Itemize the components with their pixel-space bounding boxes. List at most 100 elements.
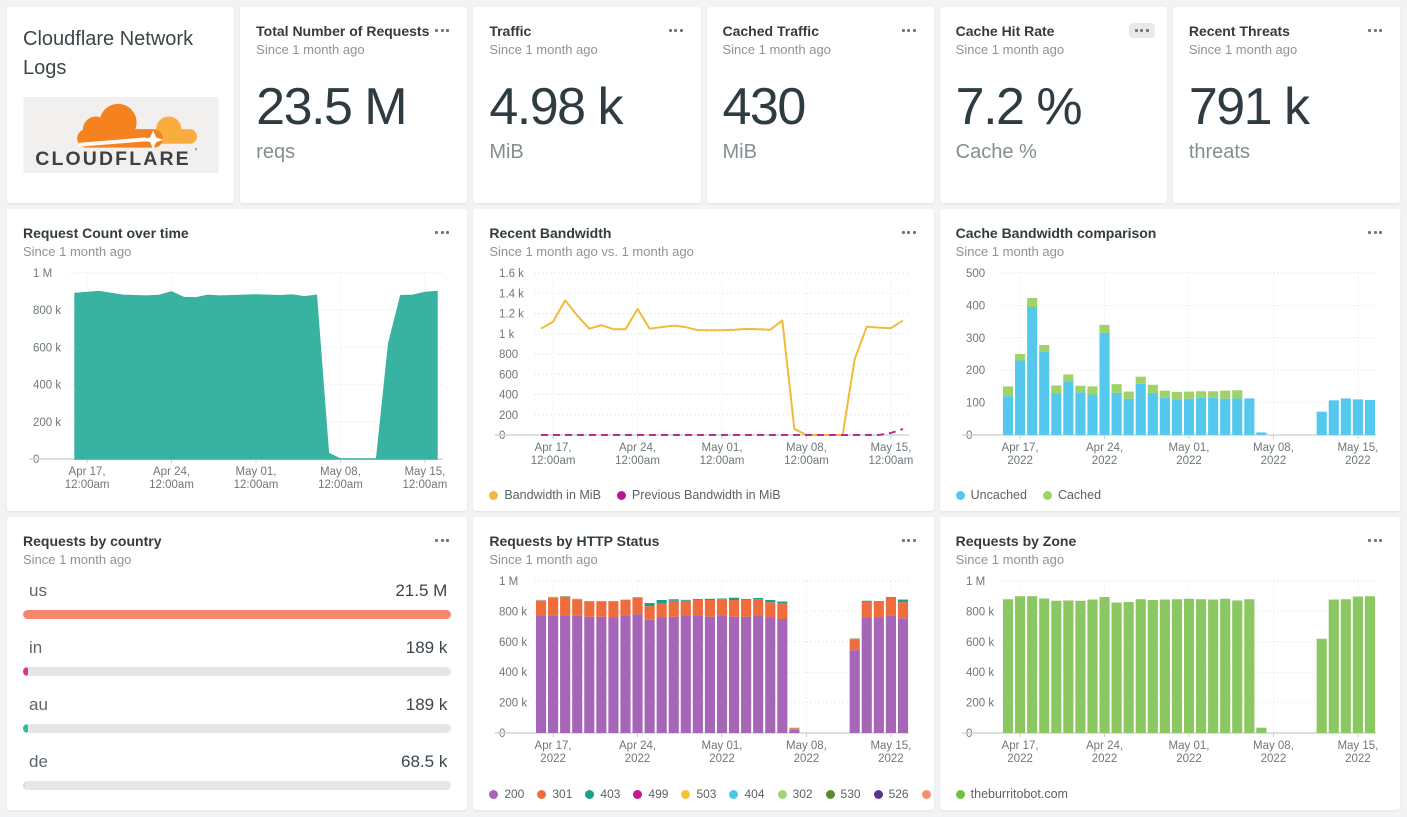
svg-text:Apr 17,: Apr 17, xyxy=(1001,442,1038,454)
panel-title: Cached Traffic xyxy=(722,23,819,39)
stat-unit: reqs xyxy=(256,141,296,163)
ellipsis-menu-icon[interactable] xyxy=(1362,225,1388,240)
svg-text:0: 0 xyxy=(499,728,505,740)
legend-dot-icon xyxy=(729,789,739,799)
panel-total-requests: Total Number of Requests Since 1 month a… xyxy=(240,7,468,203)
chart-legend: Uncached Cached xyxy=(955,488,1392,502)
panel-subtitle: Since 1 month ago xyxy=(955,244,1065,259)
ellipsis-menu-icon[interactable] xyxy=(663,23,689,38)
panel-title: Recent Bandwidth xyxy=(489,225,612,241)
legend-item[interactable]: 530 xyxy=(825,787,861,801)
svg-text:800 k: 800 k xyxy=(499,606,527,618)
legend-item[interactable]: Previous Bandwidth in MiB xyxy=(616,488,781,502)
svg-text:500: 500 xyxy=(966,268,985,280)
svg-text:2022: 2022 xyxy=(541,753,567,765)
svg-text:1.4 k: 1.4 k xyxy=(499,288,524,300)
country-row: au 189 k xyxy=(23,695,452,733)
legend-dot-icon xyxy=(633,789,643,799)
country-bar-fill xyxy=(23,610,452,619)
svg-text:2022: 2022 xyxy=(1091,753,1117,765)
svg-text:0: 0 xyxy=(33,454,39,466)
ellipsis-menu-icon[interactable] xyxy=(429,225,455,240)
legend-item[interactable]: Cached xyxy=(1042,488,1101,502)
stat-unit: threats xyxy=(1188,141,1250,163)
legend-dot-icon xyxy=(825,789,835,799)
country-bar-fill xyxy=(23,724,28,733)
svg-text:May 15,: May 15, xyxy=(871,740,912,752)
svg-text:200 k: 200 k xyxy=(33,417,61,429)
svg-text:200: 200 xyxy=(499,410,518,422)
country-bar-track xyxy=(23,667,452,676)
svg-text:Apr 17,: Apr 17, xyxy=(1001,740,1038,752)
ellipsis-menu-icon[interactable] xyxy=(1362,533,1388,548)
svg-text:12:00am: 12:00am xyxy=(234,479,279,491)
svg-text:May 08,: May 08, xyxy=(1253,740,1294,752)
ellipsis-menu-icon[interactable] xyxy=(896,23,922,38)
legend-label: 526 xyxy=(888,787,909,801)
chart-legend: theburritobot.com xyxy=(955,787,1392,801)
panel-subtitle: Since 1 month ago xyxy=(256,42,365,57)
legend-item[interactable]: 404 xyxy=(729,787,765,801)
country-label: us xyxy=(29,581,47,600)
panel-subtitle: Since 1 month ago xyxy=(489,42,598,57)
panel-subtitle: Since 1 month ago xyxy=(722,42,831,57)
zone-bar-chart[interactable]: 1 M 800 k 600 k 400 k 200 k 0 Apr 17, 2022 Apr 2… xyxy=(956,571,1384,767)
request-count-area-chart[interactable]: 1 M 800 k 600 k 400 k 200 k 0 Apr 17, 12:00am Ap… xyxy=(23,263,451,493)
ellipsis-menu-icon[interactable] xyxy=(896,533,922,548)
panel-title: Recent Threats xyxy=(1188,23,1290,39)
svg-text:1.2 k: 1.2 k xyxy=(499,309,524,321)
panel-subtitle: Since 1 month ago xyxy=(955,552,1065,567)
country-row: de 68.5 k xyxy=(23,752,452,790)
svg-text:2022: 2022 xyxy=(1176,753,1202,765)
legend-item[interactable]: 499 xyxy=(633,787,668,801)
svg-text:1 M: 1 M xyxy=(499,576,518,588)
legend-dot-icon xyxy=(921,789,931,799)
panel-title: Cache Hit Rate xyxy=(955,23,1055,39)
cloudflare-logo: CLOUDFLARE ' xyxy=(23,97,219,178)
svg-text:2022: 2022 xyxy=(1345,455,1371,467)
panel-subtitle: Since 1 month ago xyxy=(23,244,132,259)
http-status-bar-chart[interactable]: 1 M 800 k 600 k 400 k 200 k 0 Apr 17, 2022 Apr 2… xyxy=(489,571,917,767)
legend-item[interactable]: 302 xyxy=(777,787,813,801)
legend-item[interactable]: Bandwidth in MiB xyxy=(489,488,601,502)
dashboard: Cloudflare Network Logs CLOUDFLARE ' Tot… xyxy=(0,0,1407,817)
country-row: in 189 k xyxy=(23,638,452,676)
chart-legend: Bandwidth in MiB Previous Bandwidth in Mi… xyxy=(489,488,925,502)
svg-text:200 k: 200 k xyxy=(499,698,527,710)
legend-item[interactable]: Uncached xyxy=(955,488,1027,502)
panel-subtitle: Since 1 month ago xyxy=(1188,42,1298,57)
panel-subtitle: Since 1 month ago xyxy=(489,552,598,567)
legend-item[interactable]: 403 xyxy=(585,787,620,801)
svg-text:May 08,: May 08, xyxy=(786,740,827,752)
ellipsis-menu-icon[interactable] xyxy=(1128,23,1155,38)
legend-dot-icon xyxy=(955,490,965,500)
legend-item[interactable]: 200 xyxy=(489,787,524,801)
cloudflare-wordmark: CLOUDFLARE xyxy=(35,148,191,170)
legend-item[interactable]: 526 xyxy=(873,787,909,801)
svg-text:2022: 2022 xyxy=(1007,753,1033,765)
legend-label: Uncached xyxy=(970,488,1027,502)
legend-item[interactable]: 301 xyxy=(537,787,572,801)
legend-item[interactable]: theburritobot.com xyxy=(955,787,1068,801)
legend-item[interactable]: 524 xyxy=(921,787,934,801)
country-value: 189 k xyxy=(405,638,448,657)
svg-text:May 01,: May 01, xyxy=(702,740,743,752)
svg-text:2022: 2022 xyxy=(625,753,651,765)
panel-cached-traffic: Cached Traffic Since 1 month ago 430 MiB xyxy=(706,7,934,203)
country-bar-track xyxy=(23,610,452,619)
ellipsis-menu-icon[interactable] xyxy=(429,533,455,548)
ellipsis-menu-icon[interactable] xyxy=(1362,23,1388,38)
svg-text:2022: 2022 xyxy=(1007,455,1033,467)
legend-item[interactable]: 503 xyxy=(681,787,716,801)
legend-label: Previous Bandwidth in MiB xyxy=(631,488,781,502)
svg-text:12:00am: 12:00am xyxy=(403,479,448,491)
panel-requests-by-country: Requests by country Since 1 month ago us… xyxy=(7,517,468,810)
bandwidth-line-chart[interactable]: 1.6 k 1.4 k 1.2 k1 k 800 600 400 200 0 Apr 17, 12… xyxy=(489,263,917,469)
ellipsis-menu-icon[interactable] xyxy=(429,23,455,38)
svg-text:May 08,: May 08, xyxy=(1253,442,1294,454)
svg-text:0: 0 xyxy=(966,430,972,442)
ellipsis-menu-icon[interactable] xyxy=(896,225,922,240)
svg-text:May 01,: May 01, xyxy=(1168,442,1209,454)
cache-bandwidth-bar-chart[interactable]: 500 400 300 200 100 0 Apr 17, 2022 Apr 24, 2022 Ma… xyxy=(956,263,1384,469)
panel-requests-by-zone: Requests by Zone Since 1 month ago 1 M 80… xyxy=(939,517,1400,810)
